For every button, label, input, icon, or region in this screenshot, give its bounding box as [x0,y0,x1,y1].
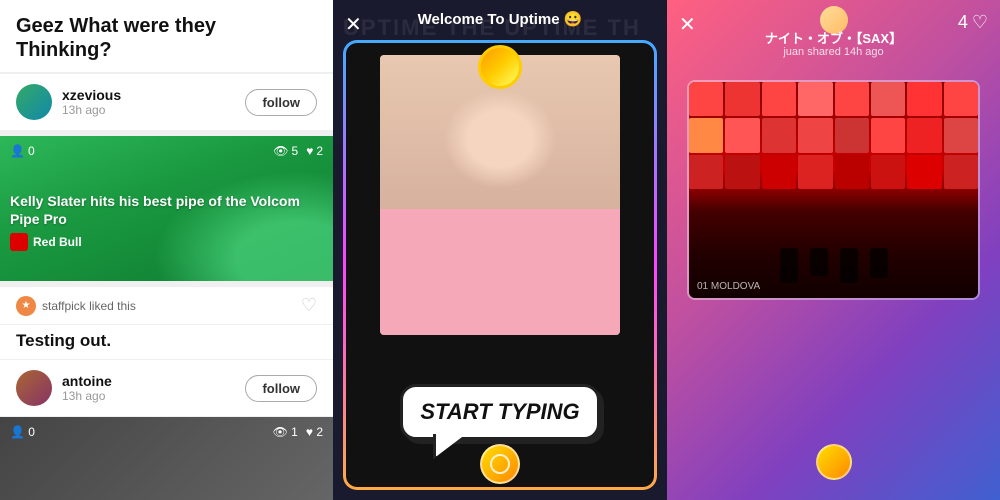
person-face [380,55,620,335]
bottom-likes: ♥ 2 [306,425,323,439]
uptime-person-video [380,55,620,335]
viewer-count: 0 [28,144,35,158]
concert-label: 01 MOLDOVA [697,281,760,292]
testing-text: Testing out. [0,325,333,359]
uptime-logo-inner [490,454,510,474]
music-subtitle: juan shared 14h ago [667,46,1000,58]
redbull-logo [10,233,28,251]
bottom-card-stats: 👤 0 [0,425,45,439]
feed-panel: Geez What were they Thinking? xzevious 1… [0,0,333,500]
user2-follow-button[interactable]: follow [245,375,317,402]
staffpick-text: staffpick liked this [42,299,136,313]
uptime-host-avatar [478,45,522,89]
user1-time: 13h ago [62,103,245,117]
bottom-card-stat-right: 👁 1 ♥ 2 [273,425,323,439]
user1-name: xzevious [62,87,245,103]
uptime-header: Welcome To Uptime 😀 [333,10,667,28]
music-video-frame: 01 MOLDOVA [687,80,980,300]
user2-avatar [16,370,52,406]
typing-text: START TYPING [419,399,581,425]
feed-title-line1: Geez What were they [16,15,216,37]
person-icon: 👤 [10,144,25,158]
user1-row: xzevious 13h ago follow [0,74,333,130]
card-title: Kelly Slater hits his best pipe of the V… [10,192,323,228]
user2-info: antoine 13h ago [62,373,245,403]
feed-title-line2: Thinking? [16,39,112,61]
stage-figure [780,248,798,283]
music-bottom-logo [816,444,852,480]
feed-header: Geez What were they Thinking? [0,0,333,73]
card-likes: ♥ 2 [306,144,323,158]
stage-figure [810,248,828,276]
feed-bottom-card: 👤 0 👁 1 ♥ 2 [0,417,333,500]
user1-follow-button[interactable]: follow [245,89,317,116]
user1-info: xzevious 13h ago [62,87,245,117]
eye-icon: 👁 [273,144,288,158]
staffpick-icon: ★ [16,296,36,316]
like-row: ★ staffpick liked this ♡ [0,287,333,325]
stage-figure [870,248,888,278]
music-title: ナイト・オブ・【SAX】 [667,28,1000,47]
card-source: Red Bull [10,233,323,251]
concert-bg: 01 MOLDOVA [689,82,978,298]
user1-avatar [16,84,52,120]
heart-button[interactable]: ♡ [301,295,317,316]
music-panel: ✕ 4 ♡ ナイト・オブ・【SAX】 juan shared 14h ago [667,0,1000,500]
stage-figure [840,248,858,283]
eye-count: 5 [292,144,299,158]
card-eye: 👁 5 [273,144,298,158]
like-count: 2 [316,144,323,158]
like-left: ★ staffpick liked this [16,296,136,316]
card-stats-right: 👁 5 ♥ 2 [273,144,323,158]
bottom-eye: 👁 1 [273,425,298,439]
card-viewers: 👤 0 [10,144,35,158]
source-name: Red Bull [33,235,82,249]
concert-performers [777,248,891,283]
card-text: Kelly Slater hits his best pipe of the V… [10,192,323,251]
uptime-panel: UPTIME THE UPTIME THE UPTIME THE UPTIME … [333,0,667,500]
user2-name: antoine [62,373,245,389]
card-stats-left: 👤 0 [10,144,35,158]
typing-bubble: START TYPING [400,384,600,440]
feed-title: Geez What were they Thinking? [16,14,317,62]
bottom-viewers: 👤 0 [10,425,35,439]
concert-lights [689,82,978,212]
user2-time: 13h ago [62,389,245,403]
heart-icon: ♥ [306,144,313,158]
person-shirt [380,209,620,335]
user2-row: antoine 13h ago follow [0,360,333,416]
feed-card-wave: 👤 0 👁 5 ♥ 2 Kelly Slater hits his best p… [0,136,333,281]
uptime-logo [480,444,520,484]
